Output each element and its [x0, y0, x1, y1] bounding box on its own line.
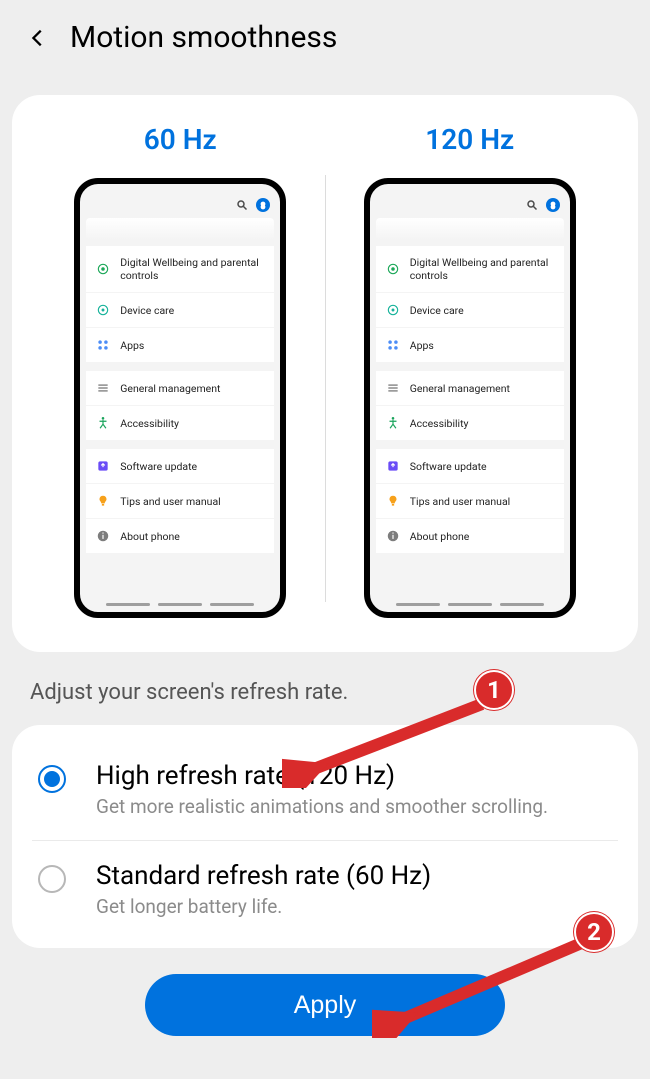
apps-icon — [96, 338, 110, 352]
radio-selected-icon — [38, 765, 66, 793]
access-icon — [386, 416, 400, 430]
phone-row-label: Digital Wellbeing and parental controls — [410, 256, 554, 282]
phone-settings-row: General management — [86, 371, 274, 405]
option-subtitle: Get more realistic animations and smooth… — [96, 795, 548, 818]
phone-settings-row: Apps — [86, 328, 274, 362]
phone-row-label: Tips and user manual — [410, 495, 510, 508]
update-icon — [96, 459, 110, 473]
phone-row-label: Accessibility — [410, 417, 469, 430]
phone-row-label: Software update — [410, 460, 487, 473]
phone-list-60: Digital Wellbeing and parental controls D… — [80, 246, 280, 553]
wellbeing-icon — [96, 262, 110, 276]
tips-icon — [386, 494, 400, 508]
phone-mock-120hz: Digital Wellbeing and parental controls D… — [364, 178, 576, 618]
phone-settings-row: Device care — [376, 293, 564, 327]
avatar-icon — [256, 198, 270, 212]
avatar-icon — [546, 198, 560, 212]
phone-mock-60hz: Digital Wellbeing and parental controls D… — [74, 178, 286, 618]
care-icon — [96, 303, 110, 317]
phone-settings-row: Digital Wellbeing and parental controls — [376, 246, 564, 292]
phone-settings-row: Device care — [86, 293, 274, 327]
phone-row-label: Accessibility — [120, 417, 179, 430]
about-icon — [386, 529, 400, 543]
phone-row-label: General management — [120, 382, 220, 395]
option-subtitle: Get longer battery life. — [96, 895, 431, 918]
phone-row-label: General management — [410, 382, 510, 395]
phone-row-label: Device care — [120, 304, 174, 317]
phone-row-label: Digital Wellbeing and parental controls — [120, 256, 264, 282]
preview-120hz: 120 Hz Digital Wellbeing and parental co… — [326, 123, 615, 618]
refresh-rate-options-card: High refresh rate (120 Hz) Get more real… — [12, 725, 638, 948]
phone-settings-row: Apps — [376, 328, 564, 362]
rate-label-120: 120 Hz — [425, 123, 514, 156]
care-icon — [386, 303, 400, 317]
phone-settings-row: Software update — [86, 449, 274, 483]
phone-row-label: Tips and user manual — [120, 495, 220, 508]
phone-list-120: Digital Wellbeing and parental controls D… — [370, 246, 570, 553]
phone-row-label: Device care — [410, 304, 464, 317]
rate-label-60: 60 Hz — [144, 123, 217, 156]
phone-row-label: Apps — [410, 339, 434, 352]
phone-settings-row: Accessibility — [376, 406, 564, 440]
phone-settings-row: Digital Wellbeing and parental controls — [86, 246, 274, 292]
phone-row-label: Apps — [120, 339, 144, 352]
phone-row-label: About phone — [410, 530, 470, 543]
phone-settings-row: Tips and user manual — [376, 484, 564, 518]
phone-row-label: Software update — [120, 460, 197, 473]
general-icon — [96, 381, 110, 395]
refresh-rate-preview-card: 60 Hz Digital Wellbeing and parental con… — [12, 95, 638, 652]
apps-icon — [386, 338, 400, 352]
instruction-text: Adjust your screen's refresh rate. — [30, 680, 620, 705]
access-icon — [96, 416, 110, 430]
option-title: High refresh rate (120 Hz) — [96, 761, 548, 791]
search-icon — [526, 199, 538, 211]
wellbeing-icon — [386, 262, 400, 276]
phone-settings-row: Accessibility — [86, 406, 274, 440]
apply-button[interactable]: Apply — [145, 974, 505, 1036]
phone-settings-row: General management — [376, 371, 564, 405]
phone-settings-row: Software update — [376, 449, 564, 483]
back-button[interactable] — [22, 22, 54, 54]
option-high-refresh[interactable]: High refresh rate (120 Hz) Get more real… — [32, 741, 618, 840]
option-title: Standard refresh rate (60 Hz) — [96, 861, 431, 891]
phone-settings-row: About phone — [86, 519, 274, 553]
general-icon — [386, 381, 400, 395]
about-icon — [96, 529, 110, 543]
option-standard-refresh[interactable]: Standard refresh rate (60 Hz) Get longer… — [32, 840, 618, 940]
preview-60hz: 60 Hz Digital Wellbeing and parental con… — [36, 123, 325, 618]
phone-settings-row: Tips and user manual — [86, 484, 274, 518]
chevron-left-icon — [27, 27, 49, 49]
search-icon — [236, 199, 248, 211]
phone-row-label: About phone — [120, 530, 180, 543]
phone-settings-row: About phone — [376, 519, 564, 553]
page-title: Motion smoothness — [70, 20, 337, 55]
update-icon — [386, 459, 400, 473]
radio-unselected-icon — [38, 865, 66, 893]
tips-icon — [96, 494, 110, 508]
